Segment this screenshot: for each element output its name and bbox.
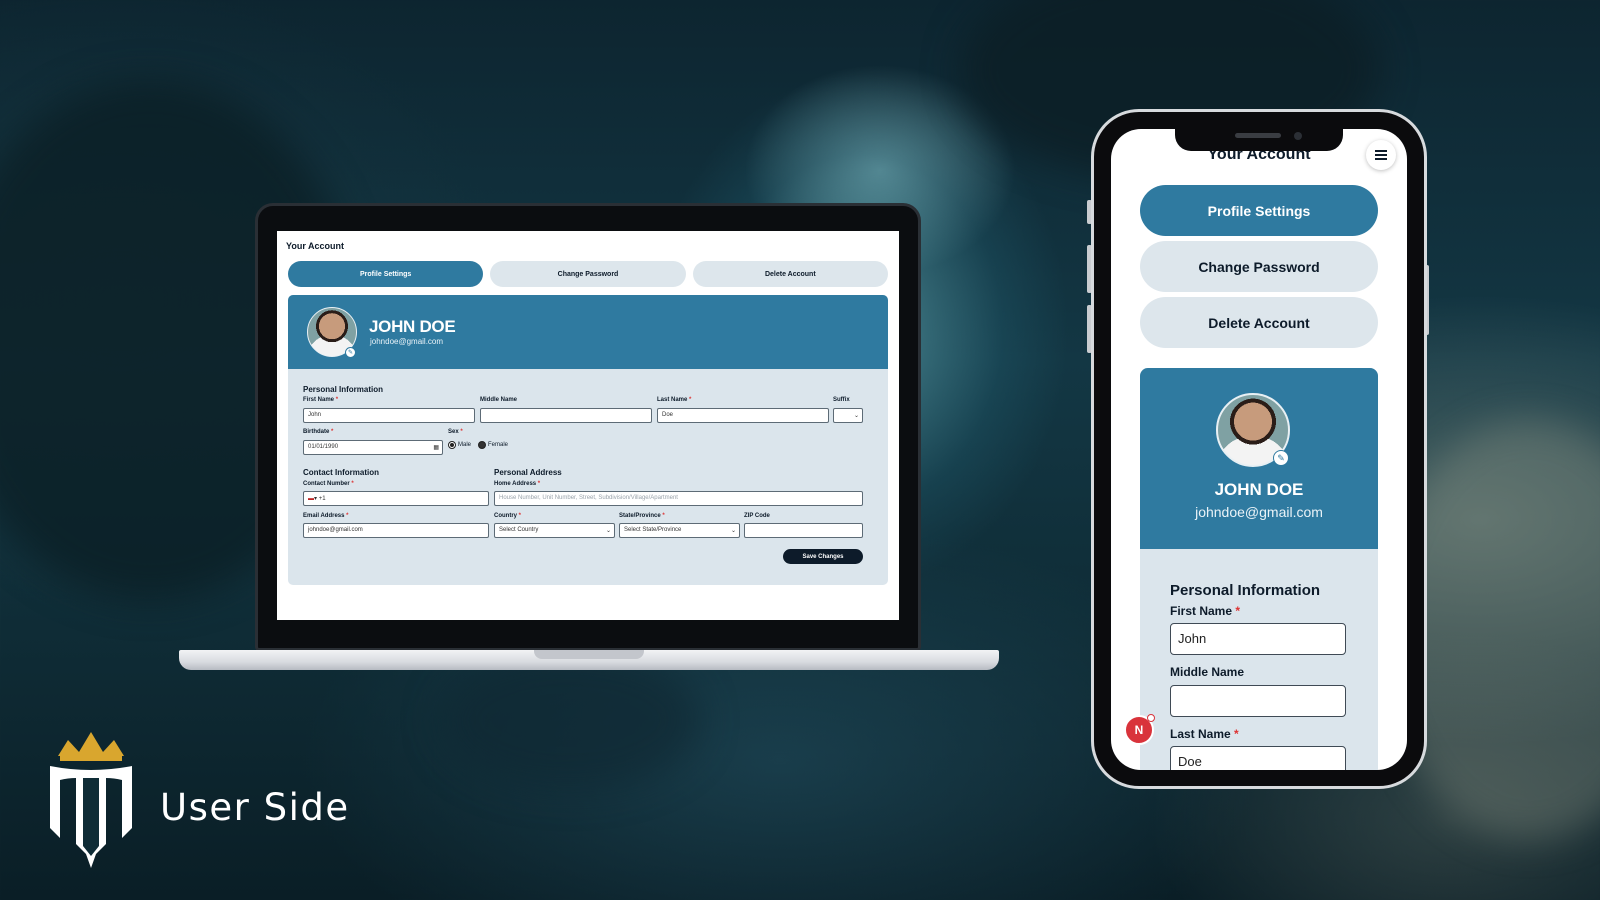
email-address-label: Email Address * [303, 513, 349, 519]
sex-label: Sex * [448, 429, 463, 435]
chevron-down-icon: ⌄ [605, 528, 611, 534]
birthdate-label: Birthdate * [303, 429, 334, 435]
laptop-screen: Your Account Profile Settings Change Pas… [277, 231, 899, 620]
hamburger-menu-icon[interactable] [1366, 140, 1396, 170]
section-personal-address: Personal Address [494, 468, 562, 477]
middle-name-field[interactable] [1170, 685, 1346, 717]
radio-icon [478, 441, 486, 449]
profile-name: JOHN DOE [369, 317, 456, 336]
tab-delete-account[interactable]: Delete Account [1140, 297, 1378, 348]
calendar-icon[interactable]: ▦ [433, 444, 439, 451]
edit-avatar-icon[interactable]: ✎ [1273, 450, 1289, 466]
contact-number-label: Contact Number * [303, 481, 354, 487]
profile-card: ✎ JOHN DOE johndoe@gmail.com Personal In… [1140, 368, 1378, 770]
first-name-label: First Name * [303, 397, 339, 403]
sex-radio-female[interactable]: Female [478, 441, 508, 449]
last-name-label: Last Name * [1170, 727, 1239, 741]
first-name-field[interactable]: John [1170, 623, 1346, 655]
save-changes-button[interactable]: Save Changes [783, 549, 863, 564]
radio-selected-icon [448, 441, 456, 449]
first-name-label: First Name * [1170, 604, 1241, 618]
state-label: State/Province * [619, 513, 665, 519]
background-diver-shadow [440, 650, 700, 790]
phone-screen: Your Account Profile Settings Change Pas… [1111, 129, 1407, 770]
edit-avatar-icon[interactable]: ✎ [345, 347, 356, 358]
middle-name-label: Middle Name [1170, 665, 1245, 679]
us-flag-icon[interactable]: ▬ [308, 496, 314, 502]
suffix-select[interactable]: ⌄ [833, 408, 863, 423]
brand-logo-icon [50, 732, 132, 868]
email-field[interactable]: johndoe@gmail.com [303, 523, 489, 538]
tab-profile-settings[interactable]: Profile Settings [1140, 185, 1378, 236]
profile-email: johndoe@gmail.com [1195, 504, 1323, 520]
country-select[interactable]: Select Country ⌄ [494, 523, 615, 538]
tab-bar: Profile Settings Change Password Delete … [288, 261, 888, 287]
notification-dot-icon [1147, 714, 1155, 722]
state-select[interactable]: Select State/Province ⌄ [619, 523, 740, 538]
profile-email: johndoe@gmail.com [370, 337, 444, 346]
home-address-label: Home Address * [494, 481, 541, 487]
last-name-label: Last Name * [657, 397, 692, 403]
contact-number-field[interactable]: ▬▾ +1 [303, 491, 489, 506]
last-name-field[interactable]: Doe [1170, 746, 1346, 770]
tab-change-password[interactable]: Change Password [490, 261, 686, 287]
tab-profile-settings[interactable]: Profile Settings [288, 261, 484, 287]
zip-code-label: ZIP Code [744, 513, 770, 519]
suffix-label: Suffix [833, 397, 850, 403]
phone-camera [1294, 132, 1302, 140]
page-title: Your Account [286, 241, 344, 251]
section-personal-information: Personal Information [1170, 582, 1321, 599]
sex-radio-male[interactable]: Male [448, 441, 471, 449]
middle-name-field[interactable] [480, 408, 652, 423]
tab-delete-account[interactable]: Delete Account [692, 261, 888, 287]
tab-change-password[interactable]: Change Password [1140, 241, 1378, 292]
chevron-down-icon: ⌄ [853, 413, 859, 419]
profile-name: JOHN DOE [1214, 480, 1304, 499]
laptop-trackpad-notch [534, 650, 644, 659]
middle-name-label: Middle Name [480, 397, 518, 403]
birthdate-field[interactable]: 01/01/1990 ▦ [303, 440, 443, 455]
profile-card: ✎ JOHN DOE johndoe@gmail.com Personal In… [288, 295, 888, 585]
home-address-field[interactable]: House Number, Unit Number, Street, Subdi… [494, 491, 863, 506]
zip-code-field[interactable] [744, 523, 863, 538]
brand-caption: User Side [160, 786, 350, 829]
country-label: Country * [494, 513, 522, 519]
first-name-field[interactable]: John [303, 408, 475, 423]
phone-speaker [1235, 133, 1281, 138]
last-name-field[interactable]: Doe [657, 408, 829, 423]
section-contact-information: Contact Information [303, 468, 379, 477]
section-personal-information: Personal Information [303, 385, 384, 394]
chevron-down-icon: ⌄ [730, 528, 736, 534]
